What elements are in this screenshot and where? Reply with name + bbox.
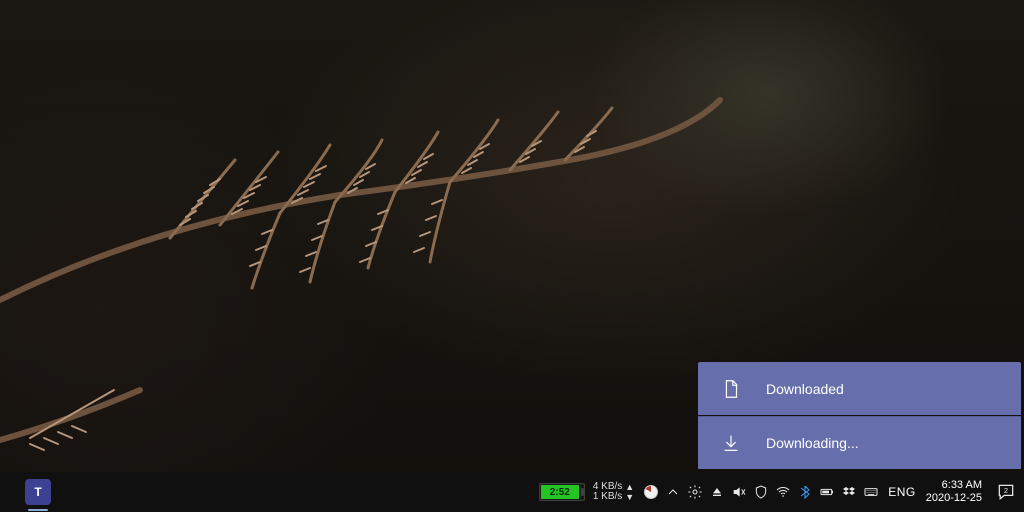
battery-cap [581,488,584,496]
volume-mute-icon [731,484,747,500]
eject-icon [709,484,725,500]
system-tray [662,472,882,512]
download-icon [720,432,742,454]
tray-overflow[interactable] [662,472,684,512]
file-icon [720,378,742,400]
toast-label: Downloading... [766,435,859,451]
wifi-icon [775,484,791,500]
dropbox-icon [841,484,857,500]
download-speed: 1 KB/s [593,492,622,502]
clock-date: 2020-12-25 [926,492,982,505]
notification-badge-text: 2 [1004,486,1008,495]
chevron-up-icon [665,484,681,500]
security-icon [753,484,769,500]
network-speed-widget[interactable]: 4 KB/s▲ 1 KB/s▼ [593,482,634,502]
toast-downloaded[interactable]: Downloaded [698,362,1021,415]
tray-eject[interactable] [706,472,728,512]
battery-widget[interactable]: 2:52 [539,483,585,501]
tray-disk-icon[interactable] [640,472,662,512]
taskbar-app-teams[interactable]: T [14,472,62,512]
clock-time: 6:33 AM [926,479,982,492]
taskbar: T 2:52 4 KB/s▲ 1 KB/s▼ [0,472,1024,512]
tray-power[interactable] [816,472,838,512]
battery-time: 2:52 [541,485,579,499]
language-indicator[interactable]: ENG [882,485,922,499]
toast-stack: Downloaded Downloading... [698,361,1021,469]
power-icon [819,484,835,500]
toast-label: Downloaded [766,381,844,397]
up-arrow-icon: ▲ [625,482,634,492]
tray-dropbox[interactable] [838,472,860,512]
teams-icon-letter: T [34,485,41,499]
keyboard-icon [863,484,879,500]
tray-settings[interactable] [684,472,706,512]
notification-icon: 2 [996,482,1016,502]
taskbar-clock[interactable]: 6:33 AM 2020-12-25 [922,479,988,505]
tray-security[interactable] [750,472,772,512]
pie-icon [644,485,658,499]
toast-downloading[interactable]: Downloading... [698,416,1021,469]
settings-icon [687,484,703,500]
tray-volume[interactable] [728,472,750,512]
tray-wifi[interactable] [772,472,794,512]
action-center-button[interactable]: 2 [988,472,1024,512]
tray-keyboard[interactable] [860,472,882,512]
bluetooth-icon [797,484,813,500]
tray-bluetooth[interactable] [794,472,816,512]
down-arrow-icon: ▼ [625,492,634,502]
teams-icon: T [25,479,51,505]
